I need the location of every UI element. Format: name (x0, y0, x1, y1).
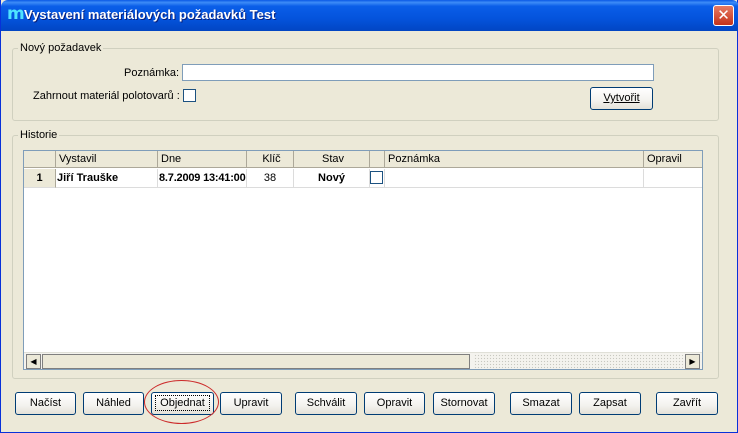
row-checkbox[interactable] (370, 171, 383, 184)
column-header-key[interactable]: Klíč (247, 151, 294, 168)
window-title: Vystavení materiálových požadavků Test (24, 7, 276, 22)
column-header-check[interactable] (370, 151, 385, 168)
include-semi-products-label: Zahrnout materiál polotovarů : (33, 90, 180, 102)
preview-button[interactable]: Náhled (83, 392, 144, 415)
approve-button[interactable]: Schválit (295, 392, 357, 415)
new-request-legend: Nový požadavek (18, 42, 104, 54)
column-header-state[interactable]: Stav (294, 151, 370, 168)
write-button-label: Zapsat (593, 397, 627, 409)
app-logo-icon: m (7, 4, 25, 24)
dialog-window: m Vystavení materiálových požadavků Test… (0, 0, 738, 433)
approve-button-label: Schválit (306, 397, 346, 409)
cell-issued-by: Jiří Trauške (56, 169, 158, 188)
note-label: Poznámka: (124, 67, 180, 79)
title-bar[interactable]: m Vystavení materiálových požadavků Test… (1, 0, 738, 31)
column-header-issued-by[interactable]: Vystavil (56, 151, 158, 168)
order-button-label: Objednat (155, 395, 210, 411)
scroll-right-icon[interactable]: ▶ (685, 354, 700, 369)
close-icon[interactable]: ✕ (713, 5, 734, 26)
history-grid[interactable]: Vystavil Dne Klíč Stav Poznámka Opravil … (23, 150, 703, 370)
edit-button-label: Upravit (233, 397, 269, 409)
cancel-button-label: Stornovat (440, 397, 488, 409)
cell-state: Nový (294, 169, 370, 188)
cell-note (385, 169, 644, 188)
scroll-track[interactable] (474, 354, 684, 369)
create-button-label: Vytvořit (603, 92, 640, 104)
load-button-label: Načíst (29, 397, 62, 409)
new-request-group: Nový požadavek (12, 42, 719, 121)
load-button[interactable]: Načíst (15, 392, 76, 415)
column-header-rownum (24, 151, 56, 168)
cancel-button[interactable]: Stornovat (433, 392, 495, 415)
delete-button[interactable]: Smazat (510, 392, 572, 415)
column-header-fixed-by[interactable]: Opravil (644, 151, 702, 168)
cell-key: 38 (247, 169, 294, 188)
create-button[interactable]: Vytvořit (590, 87, 653, 110)
history-legend: Historie (18, 129, 60, 141)
column-header-note[interactable]: Poznámka (385, 151, 644, 168)
write-button[interactable]: Zapsat (579, 392, 641, 415)
preview-button-label: Náhled (96, 397, 131, 409)
horizontal-scrollbar[interactable]: ◀ ▶ (24, 352, 702, 369)
edit-button[interactable]: Upravit (220, 392, 282, 415)
row-number: 1 (24, 169, 56, 188)
cell-check (370, 169, 385, 188)
delete-button-label: Smazat (522, 397, 560, 409)
order-button[interactable]: Objednat (151, 392, 214, 415)
fix-button-label: Opravit (376, 397, 413, 409)
close-button[interactable]: Zavřít (656, 392, 718, 415)
fix-button[interactable]: Opravit (364, 392, 425, 415)
scroll-thumb[interactable] (42, 354, 470, 369)
cell-date: 8.7.2009 13:41:00 (158, 169, 247, 188)
close-button-label: Zavřít (672, 397, 702, 409)
cell-fixed-by (644, 169, 702, 188)
scroll-left-icon[interactable]: ◀ (26, 354, 41, 369)
note-input[interactable] (182, 64, 654, 81)
include-semi-products-checkbox[interactable] (183, 89, 196, 102)
column-header-date[interactable]: Dne (158, 151, 247, 168)
